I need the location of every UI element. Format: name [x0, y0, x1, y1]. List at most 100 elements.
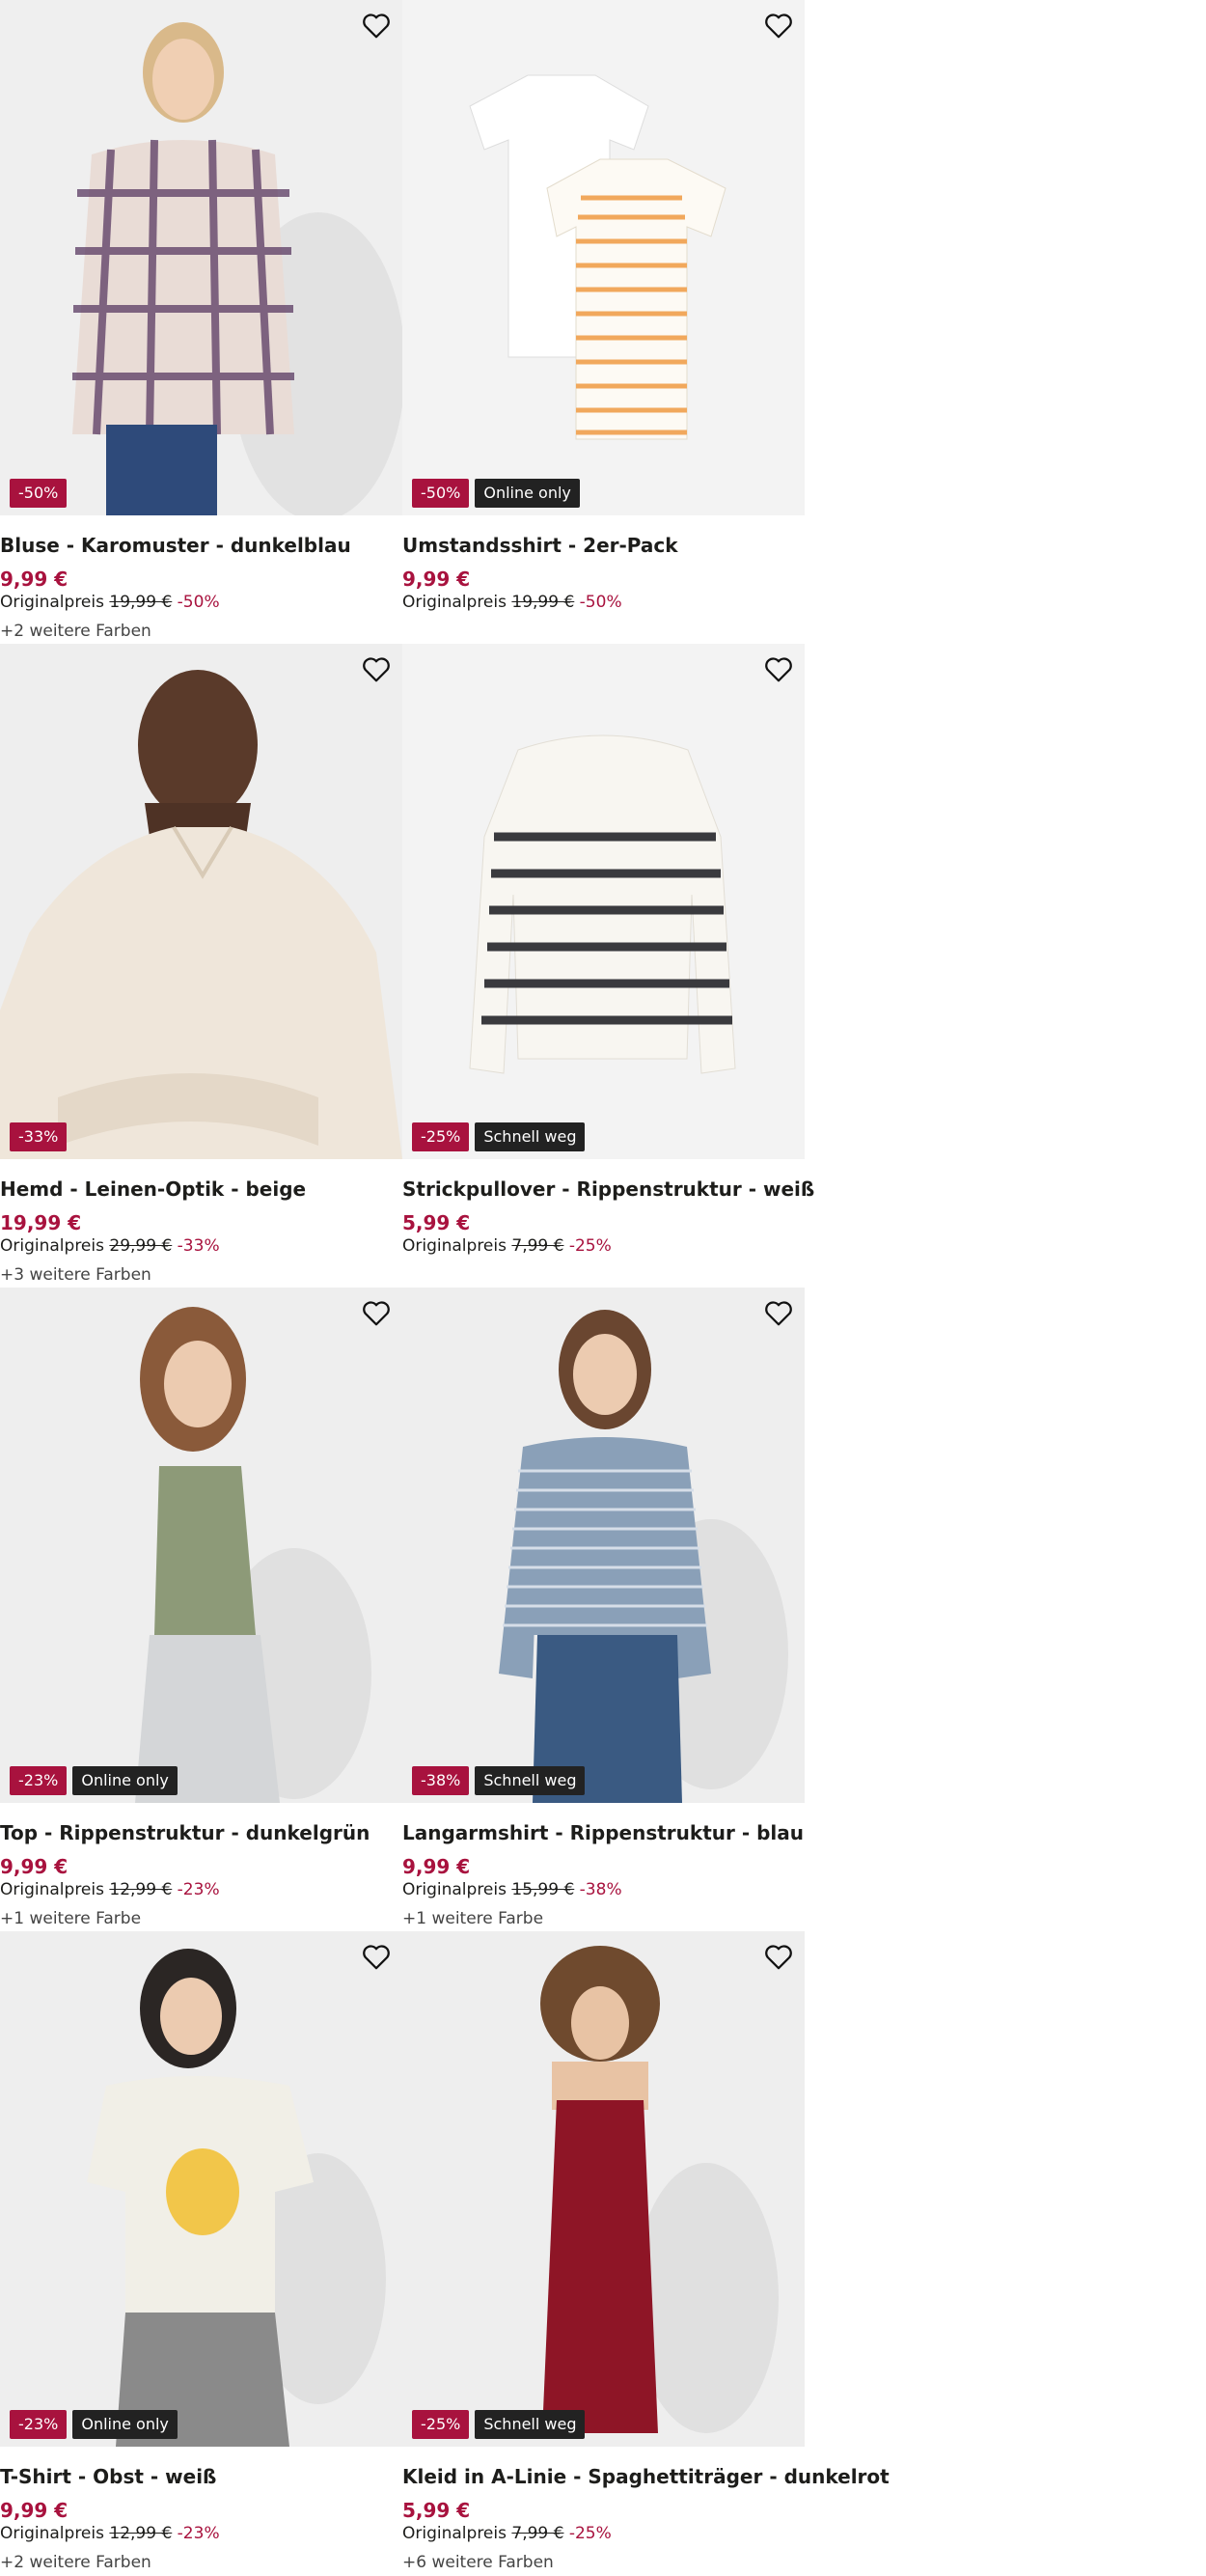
heart-outline-icon	[765, 657, 792, 682]
product-title[interactable]: Umstandsshirt - 2er-Pack	[402, 534, 678, 557]
product-card[interactable]: -50% Online only Umstandsshirt - 2er-Pac…	[402, 0, 805, 644]
online-only-badge: Online only	[72, 2410, 178, 2439]
online-only-badge: Online only	[72, 1766, 178, 1795]
schnell-weg-badge: Schnell weg	[475, 2410, 586, 2439]
favorite-button[interactable]	[762, 10, 795, 42]
product-title[interactable]: Strickpullover - Rippenstruktur - weiß	[402, 1177, 814, 1201]
original-price: 19,99 €	[511, 593, 575, 612]
original-price: 7,99 €	[511, 1236, 564, 1256]
original-price: 19,99 €	[109, 593, 173, 612]
product-image[interactable]: -33%	[0, 644, 402, 1159]
favorite-button[interactable]	[762, 1297, 795, 1330]
product-title[interactable]: Bluse - Karomuster - dunkelblau	[0, 534, 351, 557]
product-price: 9,99 €	[0, 1855, 69, 1878]
favorite-button[interactable]	[360, 1941, 393, 1974]
product-image[interactable]: -25% Schnell weg	[402, 1931, 805, 2447]
favorite-button[interactable]	[360, 10, 393, 42]
schnell-weg-badge: Schnell weg	[475, 1122, 586, 1151]
favorite-button[interactable]	[762, 653, 795, 686]
favorite-button[interactable]	[360, 1297, 393, 1330]
discount-badge: -50%	[10, 479, 68, 508]
more-colors[interactable]: +6 weitere Farben	[402, 2553, 554, 2572]
original-price-line: Originalpreis 7,99 € -25%	[402, 1236, 612, 1256]
heart-outline-icon	[363, 657, 390, 682]
product-title[interactable]: T-Shirt - Obst - weiß	[0, 2465, 216, 2488]
badge-group: -23% Online only	[10, 2410, 178, 2439]
discount-percent: -25%	[568, 2524, 612, 2543]
badge-group: -33%	[10, 1122, 68, 1151]
product-photo-blue-longsleeve	[402, 1288, 805, 1803]
discount-badge: -23%	[10, 2410, 68, 2439]
product-price: 5,99 €	[402, 2499, 471, 2522]
product-card[interactable]: -25% Schnell weg Kleid in A-Linie - Spag…	[402, 1931, 890, 2575]
discount-badge: -25%	[412, 2410, 470, 2439]
product-card[interactable]: -50% Bluse - Karomuster - dunkelblau 9,9…	[0, 0, 402, 644]
discount-percent: -50%	[579, 593, 622, 612]
original-price: 12,99 €	[109, 2524, 173, 2543]
discount-badge: -33%	[10, 1122, 68, 1151]
original-price: 7,99 €	[511, 2524, 564, 2543]
original-price-label: Originalpreis	[0, 593, 104, 612]
badge-group: -23% Online only	[10, 1766, 178, 1795]
product-title[interactable]: Kleid in A-Linie - Spaghettiträger - dun…	[402, 2465, 890, 2488]
product-photo-fruit-tshirt	[0, 1931, 402, 2447]
product-card[interactable]: -23% Online only T-Shirt - Obst - weiß 9…	[0, 1931, 402, 2575]
discount-badge: -23%	[10, 1766, 68, 1795]
product-photo-striped-sweater	[402, 644, 805, 1159]
schnell-weg-badge: Schnell weg	[475, 1766, 586, 1795]
heart-outline-icon	[765, 1301, 792, 1326]
product-image[interactable]: -50%	[0, 0, 402, 515]
original-price: 15,99 €	[511, 1880, 575, 1899]
product-card[interactable]: -33% Hemd - Leinen-Optik - beige 19,99 €…	[0, 644, 402, 1288]
more-colors[interactable]: +1 weitere Farbe	[0, 1909, 141, 1928]
product-title[interactable]: Top - Rippenstruktur - dunkelgrün	[0, 1821, 370, 1844]
favorite-button[interactable]	[762, 1941, 795, 1974]
discount-percent: -23%	[177, 1880, 220, 1899]
original-price-line: Originalpreis 7,99 € -25%	[402, 2524, 612, 2543]
original-price-line: Originalpreis 19,99 € -50%	[0, 593, 220, 612]
heart-outline-icon	[363, 1301, 390, 1326]
more-colors[interactable]: +1 weitere Farbe	[402, 1909, 543, 1928]
badge-group: -50% Online only	[412, 479, 580, 508]
product-card[interactable]: -25% Schnell weg Strickpullover - Rippen…	[402, 644, 814, 1288]
original-price-label: Originalpreis	[402, 1880, 507, 1899]
more-colors[interactable]: +3 weitere Farben	[0, 1265, 151, 1285]
badge-group: -25% Schnell weg	[412, 2410, 586, 2439]
online-only-badge: Online only	[475, 479, 580, 508]
product-image[interactable]: -50% Online only	[402, 0, 805, 515]
more-colors[interactable]: +2 weitere Farben	[0, 2553, 151, 2572]
product-title[interactable]: Hemd - Leinen-Optik - beige	[0, 1177, 306, 1201]
badge-group: -50%	[10, 479, 68, 508]
discount-percent: -50%	[177, 593, 220, 612]
original-price-label: Originalpreis	[0, 1880, 104, 1899]
original-price: 29,99 €	[109, 1236, 173, 1256]
product-card[interactable]: -38% Schnell weg Langarmshirt - Rippenst…	[402, 1288, 805, 1931]
original-price: 12,99 €	[109, 1880, 173, 1899]
heart-outline-icon	[363, 1945, 390, 1970]
product-card[interactable]: -23% Online only Top - Rippenstruktur - …	[0, 1288, 402, 1931]
discount-badge: -25%	[412, 1122, 470, 1151]
badge-group: -38% Schnell weg	[412, 1766, 586, 1795]
product-image[interactable]: -38% Schnell weg	[402, 1288, 805, 1803]
product-price: 5,99 €	[402, 1211, 471, 1234]
original-price-label: Originalpreis	[402, 2524, 507, 2543]
discount-percent: -23%	[177, 2524, 220, 2543]
product-price: 19,99 €	[0, 1211, 82, 1234]
favorite-button[interactable]	[360, 653, 393, 686]
product-image[interactable]: -23% Online only	[0, 1288, 402, 1803]
discount-percent: -25%	[568, 1236, 612, 1256]
original-price-label: Originalpreis	[402, 593, 507, 612]
product-price: 9,99 €	[0, 568, 69, 591]
discount-percent: -38%	[579, 1880, 622, 1899]
product-image[interactable]: -25% Schnell weg	[402, 644, 805, 1159]
original-price-label: Originalpreis	[0, 2524, 104, 2543]
product-photo-blouse	[0, 0, 402, 515]
product-image[interactable]: -23% Online only	[0, 1931, 402, 2447]
product-title[interactable]: Langarmshirt - Rippenstruktur - blau	[402, 1821, 804, 1844]
heart-outline-icon	[765, 1945, 792, 1970]
product-photo-green-top	[0, 1288, 402, 1803]
product-photo-red-dress	[402, 1931, 805, 2447]
more-colors[interactable]: +2 weitere Farben	[0, 622, 151, 641]
original-price-line: Originalpreis 29,99 € -33%	[0, 1236, 220, 1256]
product-price: 9,99 €	[402, 1855, 471, 1878]
